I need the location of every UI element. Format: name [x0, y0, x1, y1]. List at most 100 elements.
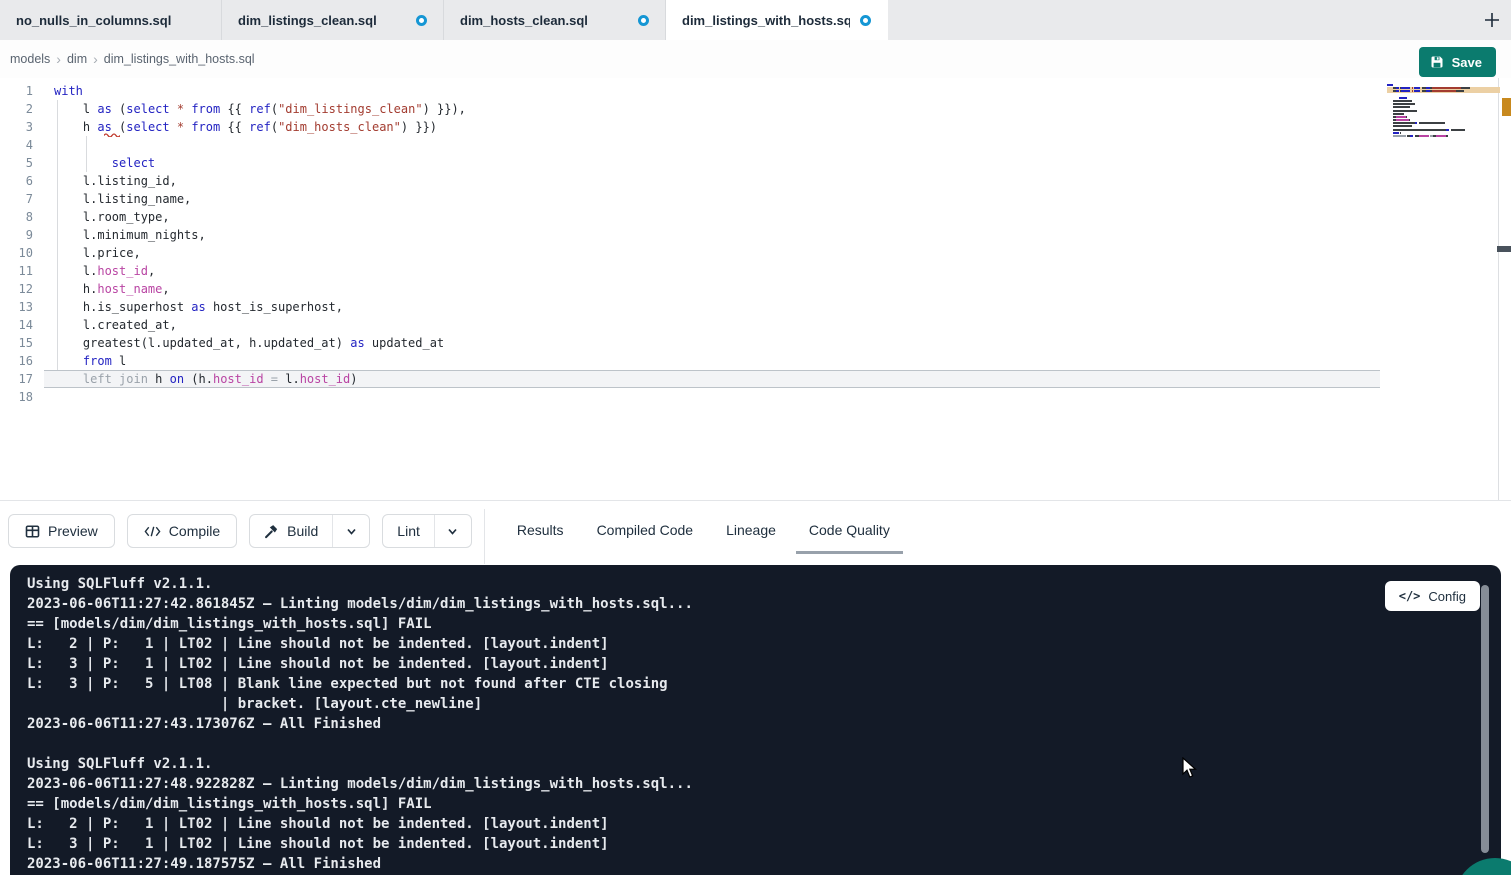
config-button-label: Config — [1428, 589, 1466, 604]
minimap-line — [1387, 132, 1481, 134]
code-line-text: from l — [33, 352, 126, 370]
editor-toolbar: Preview Compile Build Lint — [0, 500, 1511, 565]
terminal-output-panel: Using SQLFluff v2.1.1.2023-06-06T11:27:4… — [10, 565, 1501, 875]
log-blank-line — [27, 734, 1501, 754]
code-editor[interactable]: 1with2 l as (select * from {{ ref("dim_l… — [0, 78, 1511, 500]
minimap-line — [1387, 110, 1481, 112]
line-number: 18 — [0, 388, 33, 406]
preview-button-label: Preview — [48, 523, 98, 539]
breadcrumb-item[interactable]: dim — [67, 52, 87, 66]
code-line-text — [33, 136, 54, 154]
new-tab-button[interactable] — [1481, 9, 1503, 31]
minimap-line — [1387, 138, 1481, 140]
compile-button-label: Compile — [169, 523, 220, 539]
compile-button[interactable]: Compile — [127, 514, 237, 548]
file-tab-label: dim_hosts_clean.sql — [460, 13, 588, 28]
breadcrumb-item[interactable]: dim_listings_with_hosts.sql — [104, 52, 255, 66]
line-number: 7 — [0, 190, 33, 208]
line-number: 5 — [0, 154, 33, 172]
chevron-down-icon — [446, 525, 459, 538]
code-line-text: l.host_id, — [33, 262, 155, 280]
breadcrumb-separator-icon: › — [93, 51, 98, 67]
code-line-text: l.listing_name, — [33, 190, 191, 208]
minimap-line — [1387, 113, 1481, 115]
minimap-line — [1387, 97, 1481, 99]
line-number: 6 — [0, 172, 33, 190]
minimap-line — [1387, 135, 1481, 137]
chevron-down-icon — [345, 525, 358, 538]
code-line: 3 h as (select * from {{ ref("dim_hosts_… — [0, 118, 1511, 136]
code-line-text: h as (select * from {{ ref("dim_hosts_cl… — [33, 118, 437, 136]
code-line-text: l.listing_id, — [33, 172, 177, 190]
code-line: 8 l.room_type, — [0, 208, 1511, 226]
results-tab-strip: ResultsCompiled CodeLineageCode Quality — [485, 516, 903, 554]
save-button-label: Save — [1452, 55, 1482, 70]
minimap-line — [1387, 94, 1481, 96]
file-tab-label: no_nulls_in_columns.sql — [16, 13, 171, 28]
line-number: 11 — [0, 262, 33, 280]
code-line: 4 — [0, 136, 1511, 154]
breadcrumb-bar: models›dim›dim_listings_with_hosts.sql S… — [0, 40, 1511, 78]
build-dropdown-button[interactable] — [332, 515, 369, 547]
minimap-line — [1387, 106, 1481, 108]
log-line: 2023-06-06T11:27:43.173076Z — All Finish… — [27, 714, 1501, 734]
results-tab-results[interactable]: Results — [504, 516, 577, 554]
log-line: 2023-06-06T11:27:42.861845Z — Linting mo… — [27, 594, 1501, 614]
code-line: 2 l as (select * from {{ ref("dim_listin… — [0, 100, 1511, 118]
file-tab-label: dim_listings_with_hosts.sql — [682, 13, 850, 28]
log-line: L: 2 | P: 1 | LT02 | Line should not be … — [27, 634, 1501, 654]
log-line: L: 3 | P: 1 | LT02 | Line should not be … — [27, 654, 1501, 674]
breadcrumb-item[interactable]: models — [10, 52, 50, 66]
line-number: 10 — [0, 244, 33, 262]
code-line: 9 l.minimum_nights, — [0, 226, 1511, 244]
results-tab-lineage[interactable]: Lineage — [713, 516, 789, 554]
file-tab[interactable]: no_nulls_in_columns.sql — [0, 0, 222, 40]
log-line: Using SQLFluff v2.1.1. — [27, 574, 1501, 594]
minimap-line — [1387, 100, 1481, 102]
results-tab-code-quality[interactable]: Code Quality — [796, 516, 903, 554]
file-tab[interactable]: dim_hosts_clean.sql — [444, 0, 666, 40]
code-line-text: h.is_superhost as host_is_superhost, — [33, 298, 343, 316]
lint-split-button: Lint — [382, 514, 472, 548]
log-line: | bracket. [layout.cte_newline] — [27, 694, 1501, 714]
overview-ruler-warning-marker[interactable] — [1502, 98, 1511, 116]
file-tab[interactable]: dim_listings_with_hosts.sql — [666, 0, 888, 40]
editor-minimap[interactable] — [1387, 84, 1481, 141]
file-tab[interactable]: dim_listings_clean.sql — [222, 0, 444, 40]
lint-error-squiggle-icon — [104, 132, 120, 137]
lint-dropdown-button[interactable] — [434, 515, 471, 547]
breadcrumb: models›dim›dim_listings_with_hosts.sql — [10, 51, 255, 67]
unsaved-changes-dot-icon — [638, 15, 649, 26]
code-line: 7 l.listing_name, — [0, 190, 1511, 208]
preview-button[interactable]: Preview — [8, 514, 115, 548]
code-line-text: select — [33, 154, 155, 172]
file-tabs: no_nulls_in_columns.sql dim_listings_clea… — [0, 0, 888, 40]
line-number: 13 — [0, 298, 33, 316]
line-number: 17 — [0, 370, 33, 388]
hammer-icon — [264, 524, 279, 539]
terminal-scrollbar[interactable] — [1481, 585, 1489, 853]
unsaved-changes-dot-icon — [860, 15, 871, 26]
build-button[interactable]: Build — [250, 515, 332, 547]
code-line-text: with — [33, 82, 83, 100]
code-line-text: l as (select * from {{ ref("dim_listings… — [33, 100, 466, 118]
unsaved-changes-dot-icon — [416, 15, 427, 26]
results-tab-compiled-code[interactable]: Compiled Code — [584, 516, 707, 554]
minimap-line — [1387, 84, 1481, 86]
code-line-text: l.price, — [33, 244, 141, 262]
config-button[interactable]: </> Config — [1385, 581, 1480, 611]
code-lines: 1with2 l as (select * from {{ ref("dim_l… — [0, 82, 1511, 406]
code-line-text: l.room_type, — [33, 208, 170, 226]
code-line: 12 h.host_name, — [0, 280, 1511, 298]
log-line: Using SQLFluff v2.1.1. — [27, 754, 1501, 774]
line-number: 1 — [0, 82, 33, 100]
minimap-line — [1387, 116, 1481, 118]
build-button-label: Build — [287, 523, 318, 539]
code-line-text — [33, 388, 54, 406]
lint-button[interactable]: Lint — [383, 515, 434, 547]
code-line: 11 l.host_id, — [0, 262, 1511, 280]
overview-ruler-cursor-marker[interactable] — [1497, 246, 1511, 252]
line-number: 4 — [0, 136, 33, 154]
save-button[interactable]: Save — [1419, 47, 1496, 77]
line-number: 9 — [0, 226, 33, 244]
